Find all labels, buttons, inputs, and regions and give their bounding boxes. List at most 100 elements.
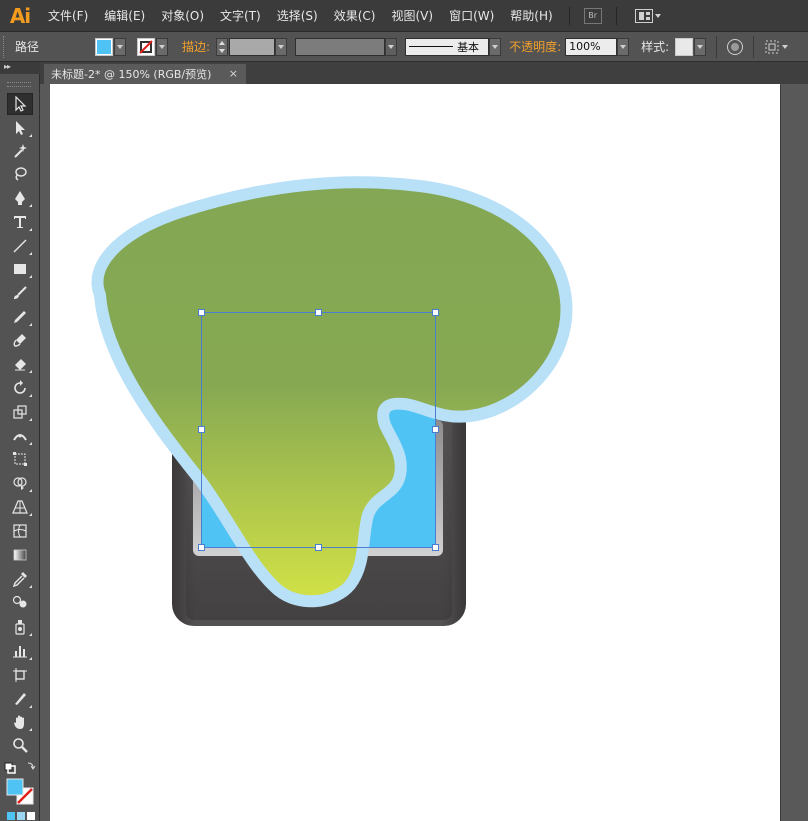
fill-dropdown[interactable] bbox=[114, 37, 127, 56]
line-tool[interactable] bbox=[7, 235, 33, 257]
scale-tool[interactable] bbox=[7, 401, 33, 423]
perspective-grid-tool[interactable] bbox=[7, 496, 33, 518]
opacity-dropdown[interactable] bbox=[617, 37, 630, 56]
magic-wand-tool[interactable] bbox=[7, 140, 33, 162]
bridge-button[interactable]: Br bbox=[583, 7, 602, 24]
zoom-tool[interactable] bbox=[7, 734, 33, 756]
stroke-weight-stepper[interactable] bbox=[216, 37, 229, 56]
resize-handle[interactable] bbox=[315, 309, 322, 316]
artboard-icon bbox=[13, 668, 27, 682]
panel-grip[interactable] bbox=[7, 82, 31, 87]
brush-definition-dropdown[interactable] bbox=[489, 37, 502, 56]
document-tab[interactable]: 未标题-2* @ 150% (RGB/预览) × bbox=[44, 64, 246, 84]
free-transform-tool[interactable] bbox=[7, 448, 33, 470]
resize-handle[interactable] bbox=[432, 426, 439, 433]
rectangle-icon bbox=[14, 264, 26, 274]
selection-tool[interactable] bbox=[7, 93, 33, 115]
line-segment-icon bbox=[13, 239, 27, 253]
rotate-tool[interactable] bbox=[7, 377, 33, 399]
stroke-weight-field[interactable] bbox=[229, 37, 276, 56]
collapse-toolbar-icon[interactable]: ▸▸ bbox=[4, 62, 11, 71]
gradient-icon bbox=[13, 549, 27, 561]
shape-builder-icon bbox=[13, 477, 27, 490]
artboard-tool[interactable] bbox=[7, 664, 33, 686]
close-icon[interactable]: × bbox=[229, 67, 238, 80]
scale-icon bbox=[13, 405, 27, 419]
pen-tool[interactable] bbox=[7, 187, 33, 209]
stroke-weight-dropdown[interactable] bbox=[275, 37, 288, 56]
chevron-down-icon bbox=[278, 44, 285, 49]
resize-handle[interactable] bbox=[432, 544, 439, 551]
paintbrush-tool[interactable] bbox=[7, 282, 33, 304]
brush-definition-field[interactable]: 基本 bbox=[405, 37, 490, 56]
resize-handle[interactable] bbox=[198, 544, 205, 551]
pencil-tool[interactable] bbox=[7, 306, 33, 328]
menu-file[interactable]: 文件(F) bbox=[40, 0, 96, 32]
menu-type[interactable]: 文字(T) bbox=[212, 0, 269, 32]
blob-brush-tool[interactable] bbox=[7, 329, 33, 351]
opacity-input[interactable]: 100% bbox=[565, 37, 618, 56]
fill-stroke-widget[interactable] bbox=[3, 760, 37, 821]
arrange-documents-button[interactable] bbox=[634, 8, 661, 23]
direct-selection-icon bbox=[16, 121, 25, 135]
eraser-tool[interactable] bbox=[7, 353, 33, 375]
eyedropper-tool[interactable] bbox=[7, 568, 33, 590]
lasso-tool[interactable] bbox=[7, 163, 33, 185]
menu-edit[interactable]: 编辑(E) bbox=[96, 0, 153, 32]
resize-handle[interactable] bbox=[198, 309, 205, 316]
recolor-artwork-icon[interactable] bbox=[727, 38, 744, 55]
fill-swatch[interactable] bbox=[95, 37, 114, 56]
type-tool[interactable] bbox=[7, 211, 33, 233]
eyedropper-icon bbox=[12, 572, 27, 587]
menu-select[interactable]: 选择(S) bbox=[269, 0, 326, 32]
menu-window[interactable]: 窗口(W) bbox=[441, 0, 502, 32]
variable-width-dropdown[interactable] bbox=[385, 37, 398, 56]
symbol-sprayer-tool[interactable] bbox=[7, 616, 33, 638]
zoom-icon bbox=[13, 738, 28, 753]
menu-effect[interactable]: 效果(C) bbox=[326, 0, 384, 32]
mesh-tool[interactable] bbox=[7, 520, 33, 542]
slice-icon bbox=[15, 693, 26, 705]
type-icon bbox=[14, 216, 26, 228]
stroke-dropdown[interactable] bbox=[156, 37, 169, 56]
stroke-swatch[interactable] bbox=[137, 37, 156, 56]
fill-color-chip bbox=[97, 39, 112, 54]
arrange-documents-icon bbox=[634, 8, 653, 23]
width-tool[interactable] bbox=[7, 425, 33, 447]
artwork[interactable] bbox=[40, 84, 808, 821]
rotate-icon bbox=[14, 380, 26, 394]
menu-divider bbox=[568, 6, 570, 25]
symbol-sprayer-icon bbox=[15, 620, 25, 635]
graphic-style-dropdown[interactable] bbox=[694, 37, 707, 56]
opacity-label[interactable]: 不透明度: bbox=[509, 38, 561, 55]
menu-object[interactable]: 对象(O) bbox=[153, 0, 212, 32]
panel-grip[interactable] bbox=[3, 35, 9, 58]
graphic-style-swatch[interactable] bbox=[675, 37, 694, 56]
menu-view[interactable]: 视图(V) bbox=[383, 0, 441, 32]
resize-handle[interactable] bbox=[315, 544, 322, 551]
control-divider bbox=[716, 35, 718, 58]
rectangle-tool[interactable] bbox=[7, 258, 33, 280]
resize-handle[interactable] bbox=[198, 426, 205, 433]
menu-bar: Ai 文件(F) 编辑(E) 对象(O) 文字(T) 选择(S) 效果(C) 视… bbox=[0, 0, 808, 32]
column-graph-tool[interactable] bbox=[7, 640, 33, 662]
menu-divider bbox=[615, 6, 617, 25]
isolate-icon bbox=[765, 40, 779, 53]
toolbar-header[interactable]: ▸▸ bbox=[0, 62, 40, 74]
slice-tool[interactable] bbox=[7, 688, 33, 710]
blend-tool[interactable] bbox=[7, 591, 33, 613]
resize-handle[interactable] bbox=[432, 309, 439, 316]
direct-selection-tool[interactable] bbox=[7, 117, 33, 139]
isolate-object-button[interactable] bbox=[764, 39, 789, 55]
menu-help[interactable]: 帮助(H) bbox=[502, 0, 560, 32]
stroke-label[interactable]: 描边: bbox=[182, 38, 210, 55]
magic-wand-icon bbox=[14, 144, 27, 158]
hand-tool[interactable] bbox=[7, 711, 33, 733]
shape-builder-tool[interactable] bbox=[7, 472, 33, 494]
green-shape[interactable] bbox=[91, 176, 573, 608]
chevron-down-icon bbox=[388, 44, 395, 49]
chevron-down-icon bbox=[159, 44, 166, 49]
selection-arrow-icon bbox=[15, 96, 27, 112]
gradient-tool[interactable] bbox=[7, 544, 33, 566]
variable-width-profile[interactable] bbox=[295, 37, 386, 56]
